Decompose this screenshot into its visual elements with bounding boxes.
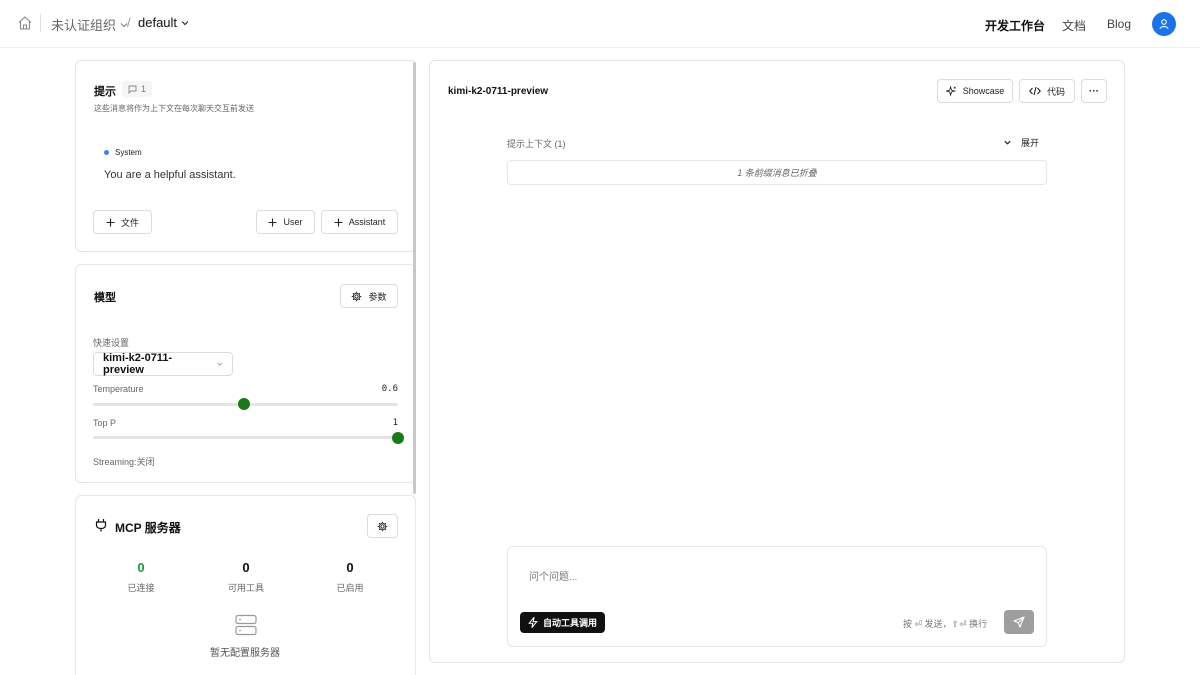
- user-icon: [1159, 19, 1169, 30]
- message-icon: [128, 85, 137, 94]
- streaming-status: Streaming:关闭: [93, 457, 155, 467]
- avatar[interactable]: [1152, 12, 1176, 36]
- model-select[interactable]: kimi-k2-0711-preview: [93, 352, 233, 376]
- collapsed-text: 1 条前缀消息已折叠: [737, 168, 817, 178]
- chat-model-title: kimi-k2-0711-preview: [448, 86, 549, 97]
- message-input-placeholder[interactable]: 问个问题...: [529, 568, 577, 583]
- breadcrumb-separator: /: [127, 15, 131, 30]
- home-icon[interactable]: [17, 15, 33, 31]
- code-label: 代码: [1046, 86, 1065, 97]
- top-bar: 未认证组织 / default 开发工作台 文档 Blog: [0, 0, 1200, 48]
- model-title: 模型: [94, 292, 116, 304]
- server-icon: [235, 614, 257, 636]
- context-label: 提示上下文 (1): [507, 139, 566, 149]
- message-count-badge: 1: [122, 81, 153, 97]
- nav-blog[interactable]: Blog: [1107, 17, 1131, 31]
- project-switcher[interactable]: default: [138, 15, 190, 30]
- nav-docs[interactable]: 文档: [1062, 17, 1086, 34]
- chevron-down-icon: [1004, 140, 1011, 145]
- more-button[interactable]: ···: [1081, 79, 1107, 103]
- plug-icon: [95, 518, 107, 532]
- code-button[interactable]: 代码: [1019, 79, 1075, 103]
- chevron-down-icon: [216, 362, 222, 366]
- lightning-icon: [528, 617, 538, 628]
- stat-connected-label: 已连接: [127, 583, 155, 593]
- expand-toggle[interactable]: 展开: [1003, 136, 1039, 149]
- mcp-empty-text: 暂无配置服务器: [210, 648, 280, 659]
- add-file-button[interactable]: 文件: [93, 210, 152, 234]
- system-role-dot: [104, 150, 109, 155]
- plus-icon: [106, 218, 115, 226]
- showcase-label: Showcase: [962, 86, 1005, 96]
- temperature-label: Temperature: [93, 384, 144, 394]
- stat-tools-label: 可用工具: [227, 583, 264, 593]
- add-user-label: User: [283, 217, 303, 227]
- mcp-settings-button[interactable]: [367, 514, 398, 538]
- top-p-value: 1: [392, 418, 398, 428]
- header-divider: [40, 14, 41, 32]
- top-p-label: Top P: [93, 418, 117, 428]
- auto-tool-call-button[interactable]: 自动工具调用: [520, 612, 606, 633]
- gear-icon: [352, 291, 362, 301]
- nav-workbench[interactable]: 开发工作台: [985, 17, 1045, 34]
- send-button[interactable]: [1004, 610, 1034, 634]
- top-p-slider[interactable]: [93, 436, 398, 439]
- system-message-text[interactable]: You are a helpful assistant.: [104, 169, 236, 181]
- temperature-slider-thumb[interactable]: [237, 398, 250, 410]
- chevron-down-icon: [181, 20, 189, 25]
- stat-enabled-value: 0: [346, 560, 354, 575]
- gear-icon: [377, 521, 388, 531]
- project-label: default: [138, 15, 178, 30]
- prompt-title: 提示: [94, 86, 116, 98]
- add-assistant-label: Assistant: [348, 217, 386, 227]
- plus-icon: [334, 218, 343, 226]
- expand-label: 展开: [1021, 138, 1040, 148]
- send-hint: 按 ⏎ 发送，⇧⏎ 换行: [903, 619, 988, 629]
- org-switcher[interactable]: 未认证组织: [51, 15, 129, 34]
- add-assistant-button[interactable]: Assistant: [321, 210, 398, 234]
- quick-settings-label: 快速设置: [93, 338, 130, 348]
- stat-enabled-label: 已启用: [336, 583, 364, 593]
- code-icon: [1029, 86, 1041, 96]
- model-select-value: kimi-k2-0711-preview: [103, 352, 173, 376]
- prompt-subtitle: 这些消息将作为上下文在每次聊天交互前发送: [94, 104, 254, 113]
- sidebar-scrollbar[interactable]: [413, 62, 416, 494]
- collapsed-messages[interactable]: 1 条前缀消息已折叠: [507, 160, 1047, 185]
- stat-connected-value: 0: [137, 560, 145, 575]
- send-icon: [1013, 616, 1025, 628]
- params-button[interactable]: 参数: [340, 284, 398, 308]
- add-file-label: 文件: [120, 217, 139, 228]
- add-user-button[interactable]: User: [256, 210, 315, 234]
- sparkle-icon: [945, 85, 956, 97]
- system-role-label: System: [115, 148, 142, 157]
- params-label: 参数: [368, 291, 387, 302]
- org-label: 未认证组织: [51, 18, 117, 33]
- auto-tool-call-label: 自动工具调用: [543, 618, 598, 628]
- more-icon: ···: [1089, 85, 1099, 97]
- mcp-title: MCP 服务器: [115, 521, 181, 535]
- message-count: 1: [141, 84, 147, 94]
- showcase-button[interactable]: Showcase: [937, 79, 1013, 103]
- plus-icon: [268, 218, 277, 226]
- stat-tools-value: 0: [242, 560, 250, 575]
- top-p-slider-thumb[interactable]: [392, 432, 404, 444]
- temperature-value: 0.6: [381, 384, 398, 394]
